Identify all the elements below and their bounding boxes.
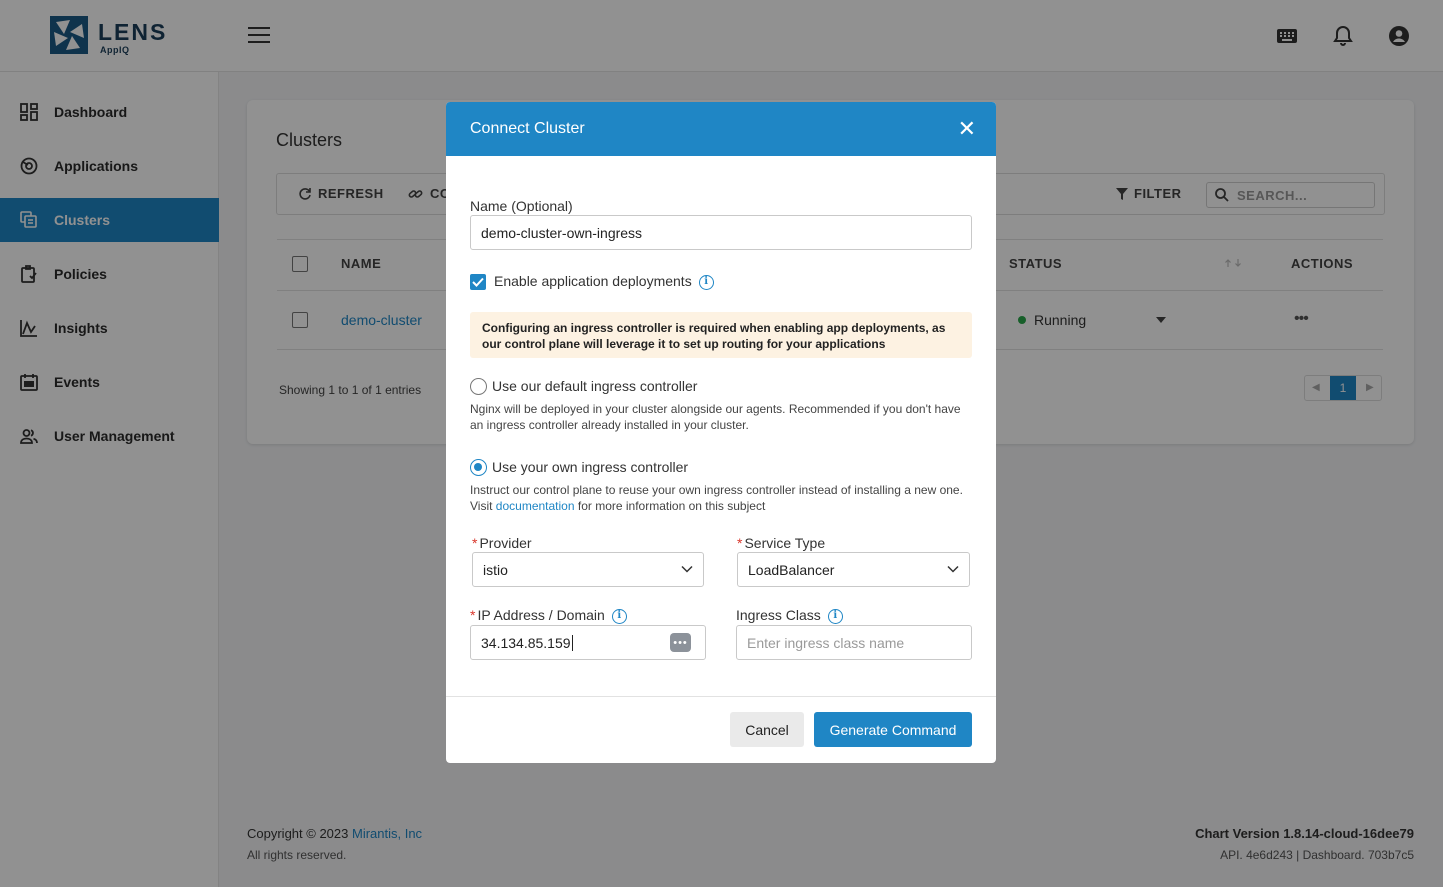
default-ingress-help: Nginx will be deployed in your cluster a… [470,402,961,432]
info-icon[interactable]: i [611,608,627,624]
provider-label-text: Provider [479,535,532,551]
ingress-warning-banner: Configuring an ingress controller is req… [470,312,972,358]
enable-deployments-checkbox[interactable] [470,274,486,290]
cancel-button[interactable]: Cancel [730,712,804,747]
enable-deployments-label: Enable application deployments [494,273,692,289]
autofill-key-icon[interactable]: ••• [670,633,691,652]
default-ingress-label[interactable]: Use our default ingress controller [492,378,697,394]
own-ingress-label[interactable]: Use your own ingress controller [492,459,688,475]
close-icon[interactable]: ✕ [958,118,976,140]
dialog-footer-divider [446,696,996,697]
ingress-class-label-text: Ingress Class [736,607,821,623]
ip-address-label: * IP Address / Domain i [470,607,627,624]
info-icon[interactable]: i [698,274,714,290]
ingress-class-label: Ingress Class i [736,607,843,624]
provider-label: * Provider [472,535,532,551]
provider-value: istio [483,561,508,578]
ingress-class-field[interactable]: Enter ingress class name [736,625,972,660]
name-field[interactable]: demo-cluster-own-ingress [470,215,972,250]
dialog-title: Connect Cluster [470,120,585,137]
service-type-select[interactable]: LoadBalancer [737,552,970,587]
ip-address-field[interactable]: 34.134.85.159 ••• [470,625,706,660]
chevron-down-icon [681,565,693,573]
radio-default-ingress[interactable] [470,378,487,395]
documentation-link[interactable]: documentation [496,499,575,513]
enable-deployments-row: Enable application deployments i [494,273,714,290]
radio-own-ingress[interactable] [470,459,487,476]
text-cursor [571,634,573,651]
ip-value: 34.134.85.159 [481,634,571,651]
own-help-text-end: for more information on this subject [574,498,766,513]
service-type-label: * Service Type [737,535,826,551]
generate-command-button[interactable]: Generate Command [814,712,972,747]
dialog-header: Connect Cluster ✕ [446,102,996,156]
chevron-down-icon [947,565,959,573]
own-ingress-help: Instruct our control plane to reuse your… [470,483,970,514]
provider-select[interactable]: istio [472,552,704,587]
name-label: Name (Optional) [470,198,573,214]
connect-cluster-dialog: Connect Cluster ✕ Name (Optional) demo-c… [446,102,996,763]
ip-label-text: IP Address / Domain [477,607,605,623]
info-icon[interactable]: i [827,608,843,624]
service-type-label-text: Service Type [744,535,826,551]
check-icon [472,277,484,287]
service-type-value: LoadBalancer [748,561,835,578]
